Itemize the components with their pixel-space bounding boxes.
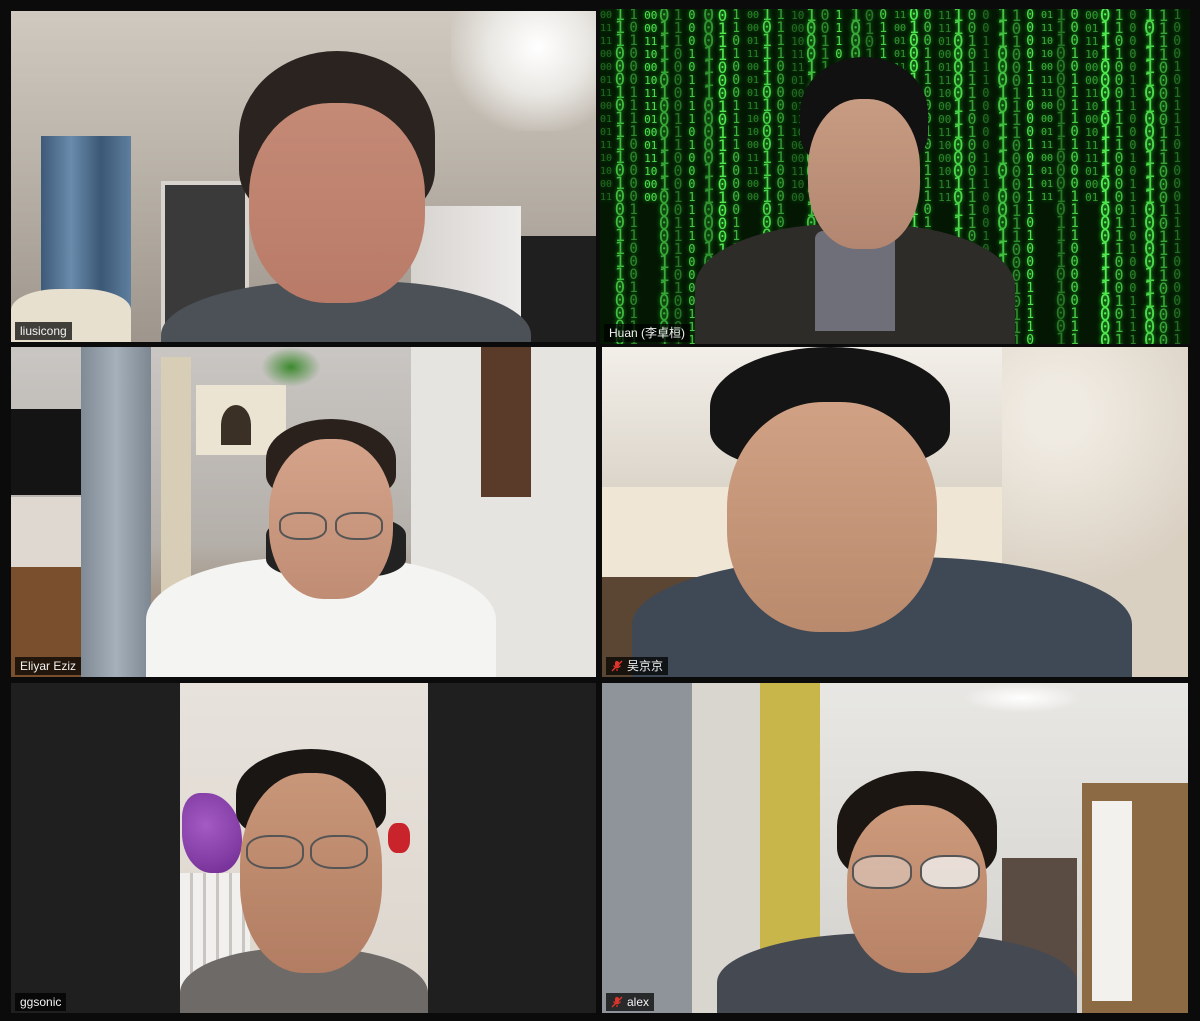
participant-name-tag: Eliyar Eziz [15,657,82,675]
participant-name: alex [627,995,650,1009]
matrix-rain-column: 000001110001011110100011110000 [1129,9,1137,344]
microphone-muted-icon [611,660,623,672]
participant-name: ggsonic [20,995,62,1009]
participant-name-tag: liusicong [15,322,72,340]
microphone-muted-icon [611,996,623,1008]
matrix-rain-column: 111000001110001011110100011110 [673,9,683,344]
participant-name: liusicong [20,324,67,338]
matrix-rain-column: 100010111101000111100000111000 [1173,9,1182,344]
participant-tile-huan[interactable]: 001111000001110001011110100011 1110001011… [600,9,1190,344]
participant-video [602,347,1188,677]
participant-video: 001111000001110001011110100011 1110001011… [600,9,1190,344]
video-gallery: liusicong 001111000001110001011110100011… [0,0,1200,1021]
participant-name-tag: ggsonic [15,993,67,1011]
participant-tile-liusicong[interactable]: liusicong [11,11,596,342]
participant-video [11,11,596,342]
matrix-rain-column: 011110100011110000011100010111 [658,9,670,344]
participant-tile-wu-jingjing[interactable]: 吴京京 [602,347,1188,677]
participant-tile-ggsonic[interactable]: ggsonic [11,683,596,1013]
matrix-rain-column: 011110100011110000011100010111 [1041,10,1054,203]
matrix-rain-column: 011100010111101000111100000111 [1099,9,1111,344]
participant-name: Eliyar Eziz [20,659,77,673]
matrix-rain-column: 111000101111010001111000001110 [614,9,625,344]
matrix-rain-column: 000011100010111101000111100000 [644,9,658,204]
matrix-rain-column: 000101111010001111000001110001 [1070,9,1079,344]
matrix-rain-column: 111000001110001011110100011110 [1055,9,1066,344]
participant-video [180,683,428,1013]
participant-name-tag: 吴京京 [606,657,669,675]
matrix-rain-column: 101111010001111000001110001011 [1143,9,1156,344]
matrix-rain-column: 000001110001011110100011110000 [747,10,760,203]
participant-name: 吴京京 [627,659,664,673]
matrix-rain-column: 000011100010111101000111100000 [1026,9,1035,344]
matrix-rain-column: 111101000111100000111000101111 [938,9,952,204]
participant-name-tag: alex [606,993,655,1011]
participant-name-tag: Huan (李卓桓) [604,324,691,342]
matrix-rain-column: 110100011110000011100010111101 [1114,9,1124,344]
matrix-rain-column: 001111000001110001011110100011 [600,10,613,203]
participant-video [11,347,596,677]
matrix-rain-column: 111100000111000101111010001111 [1158,9,1169,344]
matrix-rain-column: 101000111100000111000101111010 [629,9,638,344]
participant-video [602,683,1188,1013]
participant-name: Huan (李卓桓) [609,326,686,340]
participant-tile-alex[interactable]: alex [602,683,1188,1013]
participant-tile-eliyar-eziz[interactable]: Eliyar Eziz [11,347,596,677]
matrix-rain-column: 000111100000111000101111010001 [1085,9,1099,204]
